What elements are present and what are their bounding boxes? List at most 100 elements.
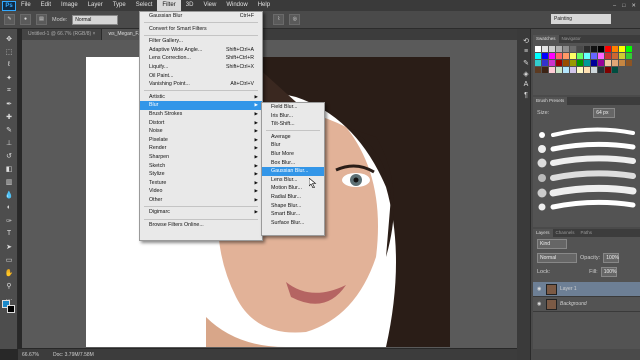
eraser-icon[interactable]: ◧ [0, 163, 18, 174]
menu-item-render[interactable]: Render ▶ [140, 144, 262, 153]
healing-icon[interactable]: ✚ [0, 111, 18, 122]
color-swatch[interactable] [563, 46, 569, 52]
color-swatch[interactable] [549, 53, 555, 59]
color-swatch[interactable] [542, 46, 548, 52]
color-swatch[interactable] [591, 67, 597, 73]
menu-item-box-blur[interactable]: Box Blur... [262, 159, 324, 168]
color-swatch[interactable] [556, 60, 562, 66]
airbrush-icon[interactable]: ⌇ [273, 14, 285, 25]
color-swatch[interactable] [535, 46, 541, 52]
menu-type[interactable]: Type [108, 0, 131, 11]
color-swatch[interactable] [549, 60, 555, 66]
visibility-eye-icon[interactable]: ◉ [537, 301, 543, 307]
color-swatch[interactable] [570, 60, 576, 66]
brush-icon[interactable]: ✎ [0, 124, 18, 135]
menu-item-stylize[interactable]: Stylize ▶ [140, 170, 262, 179]
color-swatch[interactable] [563, 67, 569, 73]
color-swatch[interactable] [591, 46, 597, 52]
mode-select[interactable]: Normal [72, 14, 119, 25]
menu-item-other[interactable]: Other ▶ [140, 196, 262, 205]
pressure-icon[interactable]: ◎ [289, 14, 301, 25]
tab-swatches[interactable]: Swatches [533, 35, 559, 43]
menu-item-artistic[interactable]: Artistic ▶ [140, 93, 262, 102]
opacity-input[interactable]: 100% [603, 253, 620, 263]
menu-item-average[interactable]: Average [262, 133, 324, 142]
menu-item-brush-strokes[interactable]: Brush Strokes ▶ [140, 110, 262, 119]
menu-view[interactable]: View [198, 0, 221, 11]
color-swatch[interactable] [619, 60, 625, 66]
color-swatch[interactable] [584, 67, 590, 73]
shape-icon[interactable]: ▭ [0, 254, 18, 265]
workspace-switcher[interactable]: Painting [551, 14, 611, 24]
color-swatch[interactable] [542, 60, 548, 66]
menu-item-liquify[interactable]: Liquify... Shift+Ctrl+X [140, 63, 262, 72]
color-swatch[interactable] [542, 53, 548, 59]
color-swatch[interactable] [584, 53, 590, 59]
color-swatch[interactable] [577, 67, 583, 73]
color-swatch[interactable] [570, 67, 576, 73]
hand-icon[interactable]: ✋ [0, 267, 18, 278]
color-swatch[interactable] [549, 46, 555, 52]
menu-window[interactable]: Window [221, 0, 252, 11]
tab-navigator[interactable]: Navigator [559, 35, 584, 43]
menu-file[interactable]: File [16, 0, 36, 11]
menu-item-adaptive-wide-angle[interactable]: Adaptive Wide Angle... Shift+Ctrl+A [140, 46, 262, 55]
minimize-icon[interactable]: – [613, 3, 616, 9]
menu-item-blur[interactable]: Blur [262, 141, 324, 150]
menu-filter[interactable]: Filter [157, 0, 181, 11]
menu-item-texture[interactable]: Texture ▶ [140, 179, 262, 188]
menu-item-blur[interactable]: Blur ▶ [140, 101, 262, 110]
color-swatch[interactable] [619, 53, 625, 59]
color-swatch[interactable] [570, 46, 576, 52]
menu-item-lens-correction[interactable]: Lens Correction... Shift+Ctrl+R [140, 54, 262, 63]
color-swatch[interactable] [598, 46, 604, 52]
zoom-level[interactable]: 66.67% [22, 352, 39, 358]
dodge-icon[interactable]: ◐ [0, 202, 18, 213]
menu-item-gaussian-blur[interactable]: Gaussian Blur Ctrl+F [140, 12, 262, 21]
menu-item-sharpen[interactable]: Sharpen ▶ [140, 153, 262, 162]
menu-item-distort[interactable]: Distort ▶ [140, 119, 262, 128]
pen-icon[interactable]: ✑ [0, 215, 18, 226]
color-swatch[interactable] [542, 67, 548, 73]
layer-row[interactable]: ◉ Background [533, 297, 640, 312]
menu-item-tilt-shift[interactable]: Tilt-Shift... [262, 120, 324, 129]
color-swatch[interactable] [626, 60, 632, 66]
document-tab[interactable]: Untitled-1 @ 66.7% (RGB/8) × [22, 29, 103, 40]
menu-item-vanishing-point[interactable]: Vanishing Point... Alt+Ctrl+V [140, 80, 262, 89]
color-swatch[interactable] [598, 67, 604, 73]
gradient-icon[interactable]: ▥ [0, 176, 18, 187]
color-swatch[interactable] [535, 67, 541, 73]
color-swatch[interactable] [598, 60, 604, 66]
menu-item-blur-more[interactable]: Blur More [262, 150, 324, 159]
menu-item-oil-paint[interactable]: Oil Paint... [140, 72, 262, 81]
color-swatch[interactable] [605, 60, 611, 66]
brush-tool-preset-icon[interactable]: ✎ [4, 14, 15, 25]
color-swatch[interactable] [605, 67, 611, 73]
lasso-icon[interactable]: ℓ [0, 59, 18, 70]
menu-item-radial-blur[interactable]: Radial Blur... [262, 193, 324, 202]
color-swatch[interactable] [577, 53, 583, 59]
menu-item-browse-filters-online[interactable]: Browse Filters Online... [140, 221, 262, 230]
menu-item-pixelate[interactable]: Pixelate ▶ [140, 136, 262, 145]
menu-item-convert-for-smart-filters[interactable]: Convert for Smart Filters [140, 25, 262, 34]
menu-item-field-blur[interactable]: Field Blur... [262, 103, 324, 112]
menu-help[interactable]: Help [253, 0, 275, 11]
menu-select[interactable]: Select [131, 0, 158, 11]
visibility-eye-icon[interactable]: ◉ [537, 286, 543, 292]
color-swatch[interactable] [605, 46, 611, 52]
stamp-icon[interactable]: ⊥ [0, 137, 18, 148]
color-swatch[interactable] [556, 53, 562, 59]
color-swatch[interactable] [612, 46, 618, 52]
menu-item-video[interactable]: Video ▶ [140, 187, 262, 196]
blend-mode-select[interactable]: Normal [537, 253, 577, 263]
menu-item-iris-blur[interactable]: Iris Blur... [262, 112, 324, 121]
menu-item-shape-blur[interactable]: Shape Blur... [262, 202, 324, 211]
kind-filter[interactable]: Kind [537, 239, 567, 249]
menu-3d[interactable]: 3D [181, 0, 199, 11]
menu-image[interactable]: Image [56, 0, 83, 11]
color-swatch[interactable] [591, 60, 597, 66]
marquee-icon[interactable]: ⬚ [0, 46, 18, 57]
color-swatch[interactable] [626, 53, 632, 59]
path-select-icon[interactable]: ➤ [0, 241, 18, 252]
crop-icon[interactable]: ⌗ [0, 85, 18, 96]
